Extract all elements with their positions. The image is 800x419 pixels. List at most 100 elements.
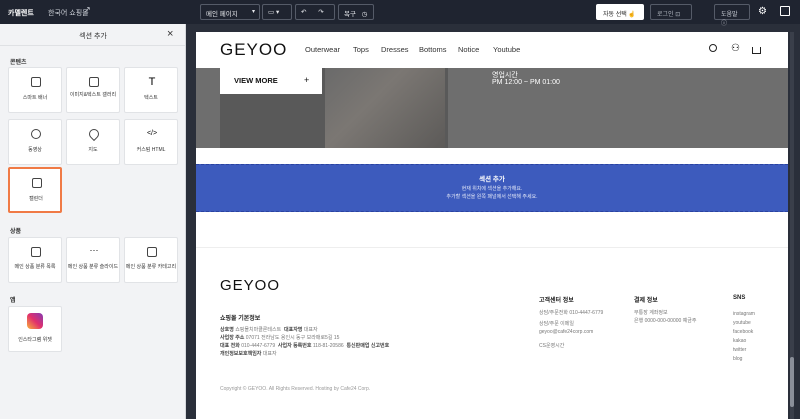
sns-twitter[interactable]: twitter bbox=[733, 347, 746, 353]
tile-main-product-list[interactable]: 메인 상품 분류 목록 bbox=[8, 237, 62, 283]
play-icon bbox=[31, 129, 41, 139]
footer-logo: GEYOO bbox=[220, 277, 281, 294]
tile-main-product-category[interactable]: 메인 상품 분류 카테고리 bbox=[124, 237, 178, 283]
add-section-line2: 추가할 섹션을 왼쪽 패널에서 선택해 주세요. bbox=[446, 194, 538, 200]
tile-text[interactable]: T 텍스트 bbox=[124, 67, 178, 113]
footer-info-title: 쇼핑몰 기본정보 bbox=[220, 316, 261, 322]
help-icon: ⓘ bbox=[721, 21, 728, 27]
hero-image: VIEW MORE + bbox=[220, 68, 448, 148]
undo-redo-group[interactable]: ↶ ↷ bbox=[295, 4, 335, 20]
sns-kakao[interactable]: kakao bbox=[733, 338, 746, 344]
add-section-panel: 섹션 추가 × 콘텐츠 스마트 배너 이미지&텍스트 갤러리 T 텍스트 동영상… bbox=[0, 24, 186, 419]
tile-smart-banner[interactable]: 스마트 배너 bbox=[8, 67, 62, 113]
image-icon bbox=[89, 77, 99, 87]
footer-line: 개인정보보호책임자 대표자 bbox=[220, 351, 277, 357]
text-icon: T bbox=[148, 76, 156, 88]
chevron-down-icon: ▾ bbox=[251, 9, 255, 15]
tile-label: 메인 상품 분류 카테고리 bbox=[125, 264, 177, 270]
tile-image-text-gallery[interactable]: 이미지&텍스트 갤러리 bbox=[66, 67, 120, 113]
history-icon: ◷ bbox=[361, 11, 368, 18]
hero-section: VIEW MORE + 영업시간 PM 12:00 ~ PM 01:00 bbox=[196, 68, 788, 148]
sns-youtube[interactable]: youtube bbox=[733, 320, 751, 326]
tile-label: 인스타그램 위젯 bbox=[18, 337, 52, 343]
site-logo[interactable]: GEYOO bbox=[220, 40, 287, 60]
payment-title: 결제 정보 bbox=[634, 298, 658, 304]
tile-custom-html[interactable]: </> 커스텀 HTML bbox=[124, 119, 178, 165]
tile-label: 메인 상품 분류 목록 bbox=[14, 264, 56, 270]
cs-line: 상담/주문 이메일 bbox=[539, 321, 574, 327]
footer-line: 상호명 쇼핑몰치마클론테스트 대표자명 대표자 bbox=[220, 327, 318, 333]
redo-icon[interactable]: ↷ bbox=[318, 9, 323, 16]
grid-icon bbox=[147, 247, 157, 257]
add-section-title: 섹션 추가 bbox=[479, 176, 505, 183]
restore-button[interactable]: 복구 ◷ bbox=[338, 4, 374, 20]
nav-youtube[interactable]: Youtube bbox=[493, 45, 520, 54]
page-select-value: 메인 페이지 bbox=[206, 11, 238, 18]
site-preview[interactable]: GEYOO Outerwear Tops Dresses Bottoms Not… bbox=[196, 32, 788, 419]
instagram-icon bbox=[27, 313, 43, 329]
banner-icon bbox=[31, 77, 41, 87]
map-pin-icon bbox=[86, 126, 102, 142]
sns-title: SNS bbox=[733, 295, 746, 301]
tile-label: 커스텀 HTML bbox=[136, 147, 166, 153]
undo-icon[interactable]: ↶ bbox=[301, 9, 306, 16]
more-dots-icon: ··· bbox=[89, 245, 99, 255]
canvas-scrollbar[interactable] bbox=[790, 32, 794, 419]
exit-icon[interactable] bbox=[780, 6, 790, 16]
footer-divider bbox=[196, 247, 788, 248]
payment-line: 은행 0000-000-00000 예금주 bbox=[634, 318, 697, 324]
plus-icon: + bbox=[304, 75, 310, 85]
monitor-icon: ▭ ▾ bbox=[268, 9, 280, 16]
login-label: 로그인 bbox=[657, 12, 674, 18]
tile-label: 캘린더 bbox=[29, 196, 43, 202]
auto-select-label: 자동 선택 bbox=[603, 12, 627, 18]
business-hours: PM 12:00 ~ PM 01:00 bbox=[492, 79, 560, 86]
sns-facebook[interactable]: facebook bbox=[733, 329, 753, 335]
auto-select-button[interactable]: 자동 선택 ☝ bbox=[596, 4, 644, 20]
search-icon[interactable] bbox=[709, 44, 717, 52]
scrollbar-thumb[interactable] bbox=[790, 357, 794, 407]
hand-pointer-icon: ☝ bbox=[628, 12, 636, 18]
close-icon[interactable]: × bbox=[167, 28, 173, 40]
nav-tops[interactable]: Tops bbox=[353, 45, 369, 54]
footer-line: 대표 전화 010-4447-6779 사업자 등록번호 118-81-2058… bbox=[220, 343, 390, 349]
tile-label: 스마트 배너 bbox=[22, 95, 48, 101]
tile-video[interactable]: 동영상 bbox=[8, 119, 62, 165]
calendar-icon bbox=[32, 178, 42, 188]
gear-icon[interactable]: ⚙ bbox=[758, 6, 767, 17]
tile-calendar[interactable]: 캘린더 bbox=[8, 167, 62, 213]
panel-header: 섹션 추가 × bbox=[0, 24, 185, 46]
payment-line: 무통장 계좌정보 bbox=[634, 310, 668, 316]
nav-dresses[interactable]: Dresses bbox=[381, 45, 409, 54]
shopping-bag-icon[interactable] bbox=[752, 47, 761, 54]
sns-instagram[interactable]: instagram bbox=[733, 311, 755, 317]
category-product: 상품 bbox=[10, 229, 22, 235]
cs-email[interactable]: geyoo@cafe24corp.com bbox=[539, 329, 593, 335]
nav-notice[interactable]: Notice bbox=[458, 45, 479, 54]
code-icon: </> bbox=[146, 130, 158, 137]
tile-instagram-widget[interactable]: 인스타그램 위젯 bbox=[8, 306, 62, 352]
login-button[interactable]: 로그인 ⊡ bbox=[650, 4, 692, 20]
product-list-icon bbox=[31, 247, 41, 257]
site-header: GEYOO Outerwear Tops Dresses Bottoms Not… bbox=[196, 32, 788, 68]
cs-title: 고객센터 정보 bbox=[539, 298, 574, 304]
tile-label: 이미지&텍스트 갤러리 bbox=[69, 92, 117, 98]
add-section-placeholder[interactable]: 섹션 추가 현재 위치에 섹션을 추가해요. 추가할 섹션을 왼쪽 패널에서 선… bbox=[196, 164, 788, 212]
tile-map[interactable]: 지도 bbox=[66, 119, 120, 165]
page-select[interactable]: 메인 페이지 ▾ bbox=[200, 4, 260, 20]
tile-label: 메인 상품 분류 슬라이드 bbox=[67, 264, 119, 270]
lock-icon: ⊡ bbox=[675, 12, 681, 18]
tile-label: 동영상 bbox=[28, 147, 42, 153]
device-select[interactable]: ▭ ▾ bbox=[262, 4, 292, 20]
sns-blog[interactable]: blog bbox=[733, 356, 742, 362]
view-more-button[interactable]: VIEW MORE + bbox=[220, 68, 322, 94]
nav-bottoms[interactable]: Bottoms bbox=[419, 45, 447, 54]
user-icon[interactable]: ⚇ bbox=[731, 44, 741, 54]
editor-topbar: 카멜렌트 한국어 쇼핑몰 ↗ 메인 페이지 ▾ ▭ ▾ ↶ ↷ 복구 ◷ 자동 … bbox=[0, 0, 800, 27]
nav-outerwear[interactable]: Outerwear bbox=[305, 45, 340, 54]
shop-selector[interactable]: 한국어 쇼핑몰 bbox=[48, 8, 89, 18]
help-button[interactable]: 도움말 ⓘ bbox=[714, 4, 750, 27]
tile-label: 지도 bbox=[88, 147, 98, 153]
external-link-icon[interactable]: ↗ bbox=[84, 6, 92, 14]
tile-main-product-slide[interactable]: ··· 메인 상품 분류 슬라이드 bbox=[66, 237, 120, 283]
